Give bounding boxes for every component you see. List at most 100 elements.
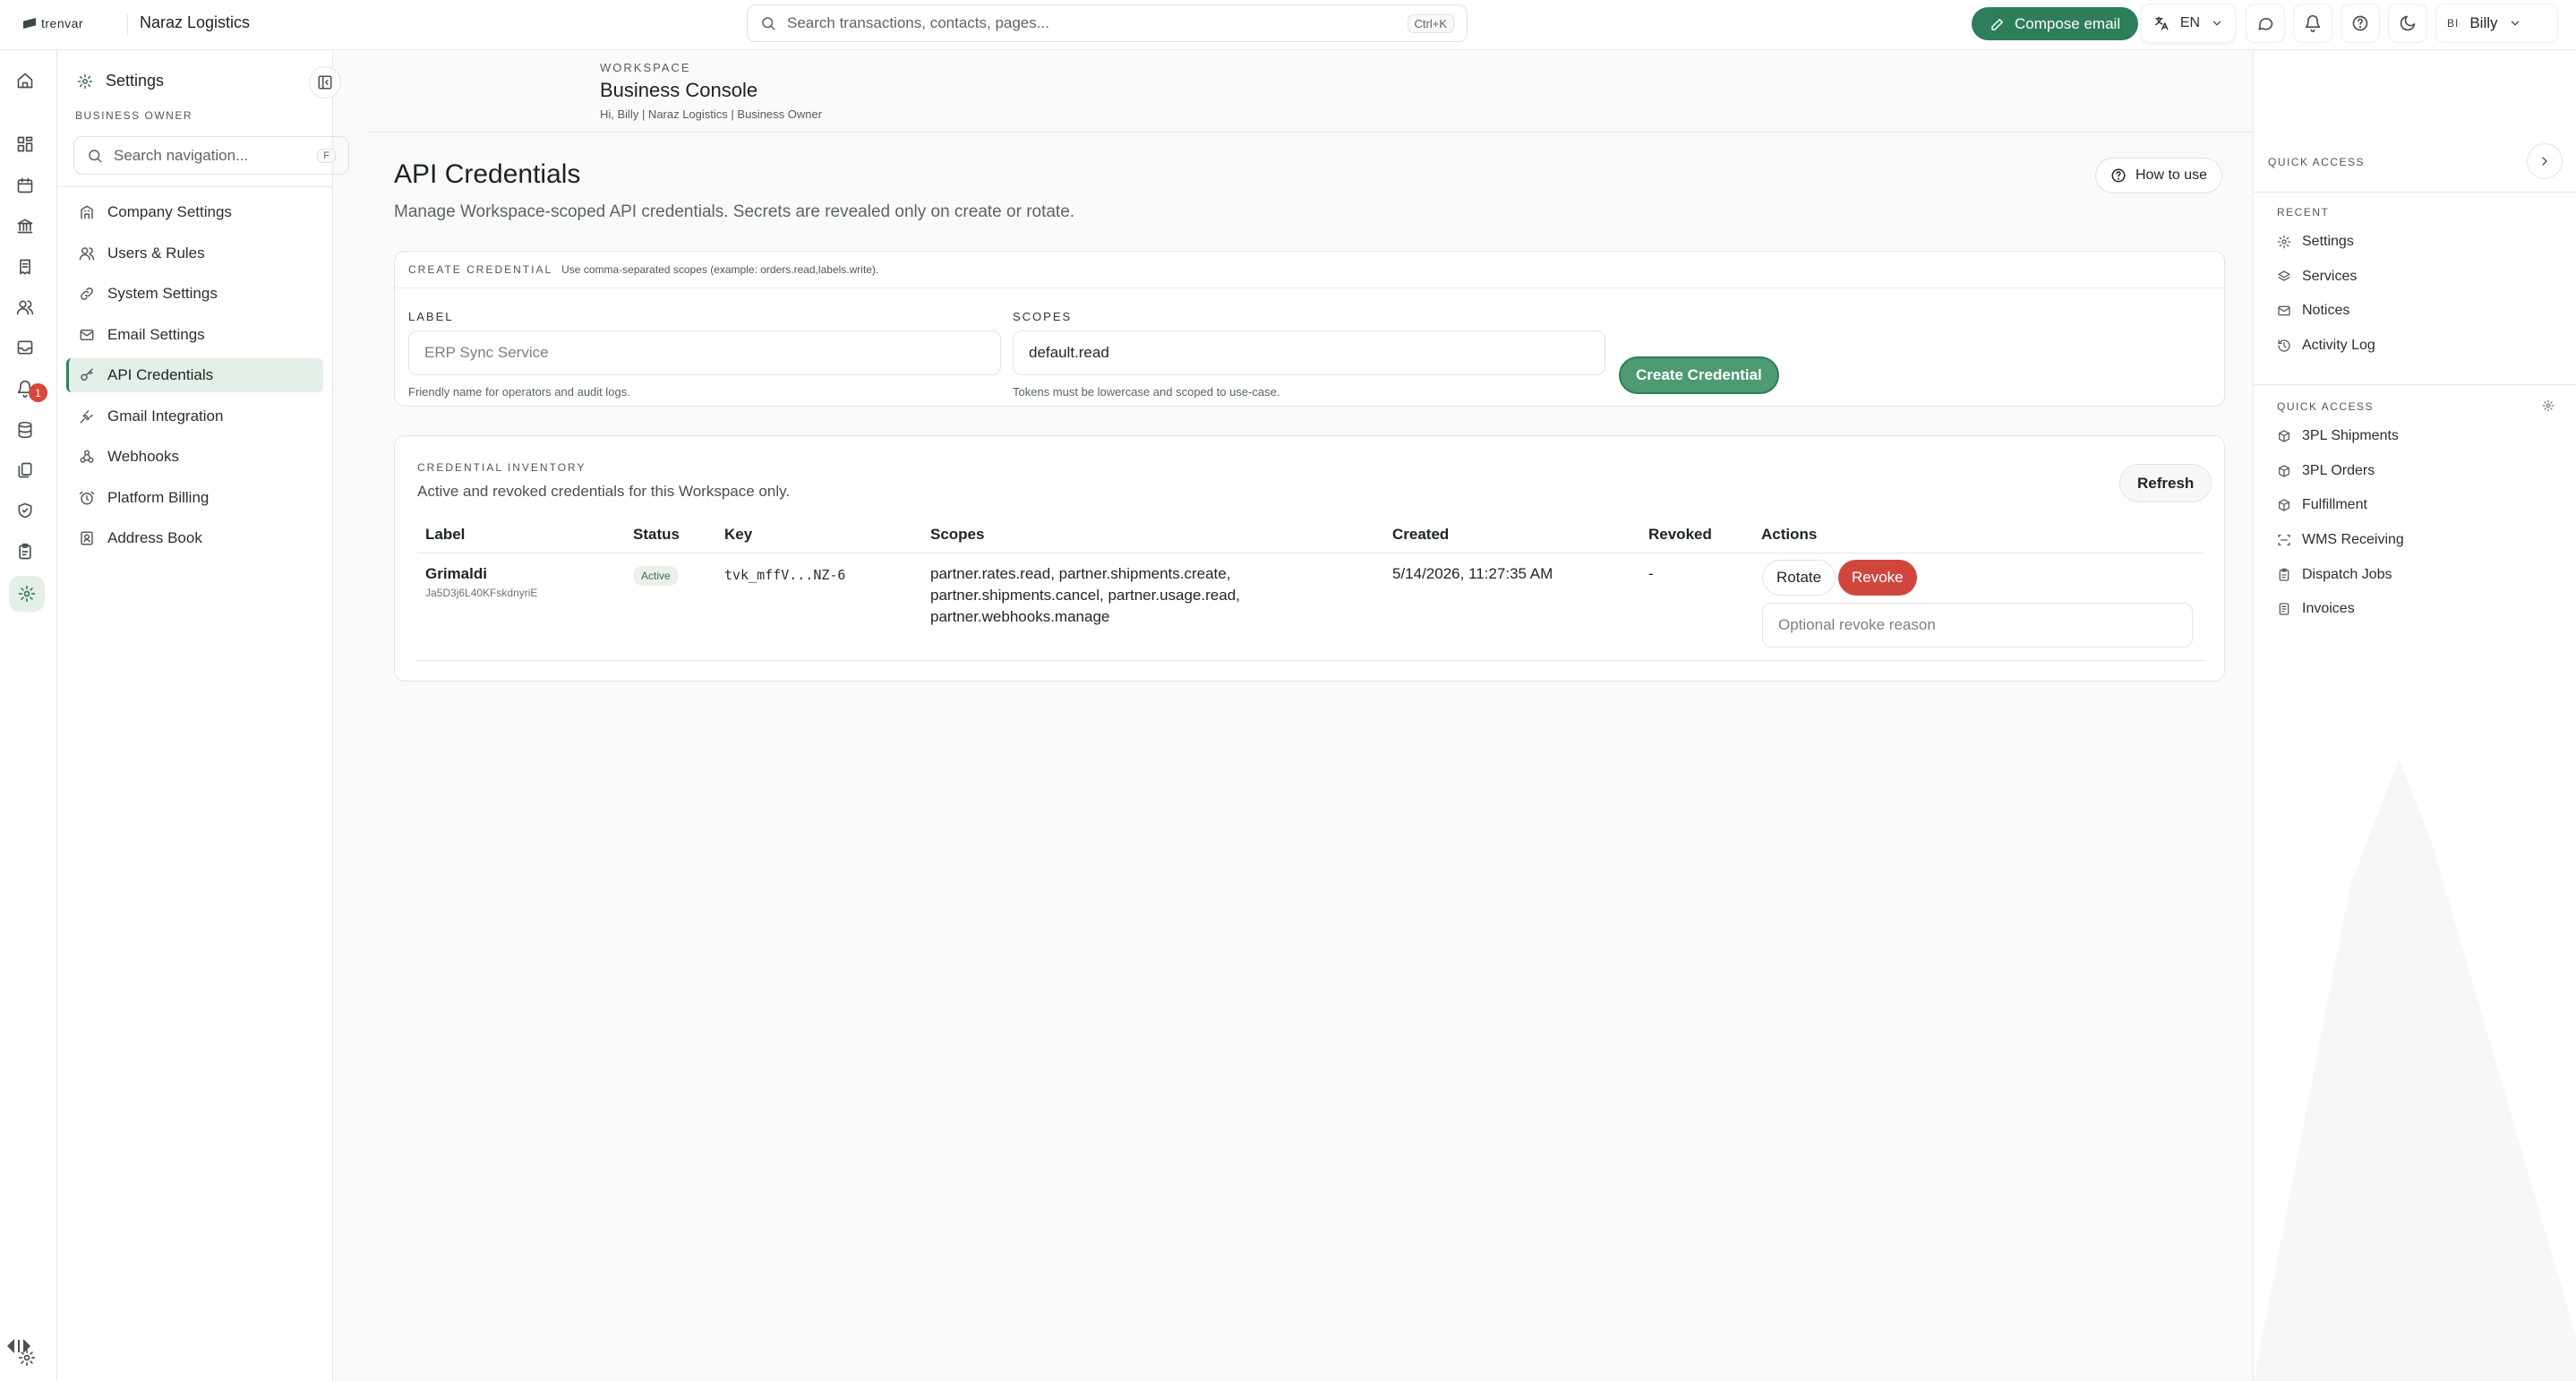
users-icon[interactable] [13, 295, 38, 320]
gear-icon [2277, 235, 2291, 249]
documents-icon[interactable] [13, 458, 38, 483]
database-icon[interactable] [13, 417, 38, 442]
revoke-reason-input[interactable]: Optional revoke reason [1762, 603, 2193, 648]
column-header-label: Label [425, 526, 466, 543]
chevron-down-icon [2511, 21, 2519, 26]
quick-link-invoices[interactable]: Invoices [2277, 592, 2546, 627]
settings-icon[interactable] [9, 576, 45, 612]
quick-link-label: Fulfillment [2302, 497, 2367, 513]
icon-rail: 1 [0, 50, 57, 1381]
mail-icon [2278, 306, 2290, 316]
scopes-input[interactable]: default.read [1013, 330, 1605, 375]
divider [417, 660, 2204, 661]
quick-link-label: WMS Receiving [2302, 532, 2404, 548]
pencil-icon [1991, 18, 2003, 30]
company-name[interactable]: Naraz Logistics [140, 13, 250, 32]
receipt-icon[interactable] [13, 254, 38, 279]
search-icon [89, 149, 102, 162]
sidebar-item-address-book[interactable]: Address Book [66, 521, 323, 555]
user-menu[interactable]: BI Billy [2435, 4, 2558, 43]
quick-link-dispatch-jobs[interactable]: Dispatch Jobs [2277, 557, 2546, 592]
quick-link-wms-receiving[interactable]: WMS Receiving [2277, 523, 2546, 558]
how-to-use-button[interactable]: How to use [2095, 158, 2223, 193]
history-icon [2278, 339, 2290, 352]
refresh-button[interactable]: Refresh [2119, 464, 2212, 502]
search-icon [762, 17, 775, 30]
collapse-panel-button[interactable] [309, 66, 341, 99]
recent-item-services[interactable]: Services [2277, 260, 2546, 295]
notifications-button[interactable] [2293, 4, 2332, 43]
bank-icon[interactable] [13, 213, 38, 238]
recent-item-label: Settings [2302, 234, 2354, 250]
messages-button[interactable] [2246, 4, 2285, 43]
logo-mark-icon [23, 18, 36, 29]
label-input[interactable]: ERP Sync Service [408, 330, 1001, 375]
shield-icon[interactable] [13, 498, 38, 523]
settings-panel-header: Settings [77, 72, 164, 90]
recent-item-notices[interactable]: Notices [2277, 294, 2546, 329]
help-button[interactable] [2341, 4, 2380, 43]
brand-logo[interactable]: trenvar [23, 16, 83, 30]
how-to-use-label: How to use [2135, 167, 2208, 183]
sidebar-item-webhooks[interactable]: Webhooks [66, 440, 323, 474]
settings-search-input[interactable]: Search navigation... [114, 147, 248, 165]
home-icon[interactable] [13, 68, 38, 93]
global-search[interactable]: Search transactions, contacts, pages... … [747, 4, 1468, 42]
sidebar-item-label: System Settings [107, 285, 218, 302]
column-header-key: Key [724, 526, 753, 543]
recent-item-settings[interactable]: Settings [2277, 225, 2546, 260]
quick-link-3pl-orders[interactable]: 3PL Orders [2277, 454, 2546, 489]
avatar: BI [2447, 17, 2460, 30]
scopes-help-text: Tokens must be lowercase and scoped to u… [1013, 385, 1280, 399]
help-icon [2352, 15, 2368, 31]
book-icon [81, 531, 93, 545]
quick-link-3pl-shipments[interactable]: 3PL Shipments [2277, 419, 2546, 454]
chevron-down-icon [2213, 21, 2221, 26]
revoke-button[interactable]: Revoke [1838, 560, 1917, 596]
inbox-icon[interactable] [13, 335, 38, 360]
sidebar-item-platform-billing[interactable]: Platform Billing [66, 481, 323, 515]
decorative-background [2254, 759, 2576, 1381]
language-select[interactable]: EN [2141, 4, 2236, 43]
arrow-left-icon [7, 1339, 14, 1353]
package-icon [2279, 430, 2289, 442]
compose-email-button[interactable]: Compose email [1972, 7, 2139, 40]
rotate-button[interactable]: Rotate [1762, 560, 1836, 596]
search-shortcut: Ctrl+K [1407, 13, 1454, 33]
theme-toggle-button[interactable] [2388, 4, 2427, 43]
divider [2254, 192, 2576, 193]
calendar-icon[interactable] [13, 173, 38, 198]
global-search-input[interactable]: Search transactions, contacts, pages... [787, 14, 1049, 32]
workspace-title: Business Console [600, 79, 758, 101]
sidebar-item-system-settings[interactable]: System Settings [66, 277, 323, 311]
key-icon [81, 368, 93, 381]
sidebar-collapse-icon [318, 75, 332, 90]
sidebar-item-gmail-integration[interactable]: Gmail Integration [66, 399, 323, 433]
label-help-text: Friendly name for operators and audit lo… [408, 385, 630, 399]
settings-search[interactable]: Search navigation... F [73, 136, 349, 175]
recent-item-activity-log[interactable]: Activity Log [2277, 329, 2546, 364]
credential-name: Grimaldi [425, 565, 487, 582]
quick-access-collapse-button[interactable] [2527, 143, 2563, 179]
clipboard-icon [2279, 568, 2289, 581]
sidebar-item-company-settings[interactable]: Company Settings [66, 195, 323, 229]
sidebar-item-label: API Credentials [107, 366, 214, 383]
clipboard-icon[interactable] [13, 539, 38, 564]
invoice-icon [2279, 603, 2289, 615]
sidebar-item-api-credentials[interactable]: API Credentials [66, 358, 323, 392]
moon-icon [2400, 15, 2416, 31]
dashboard-icon[interactable] [13, 132, 38, 157]
gear-icon[interactable] [14, 1345, 39, 1370]
link-icon [81, 287, 93, 300]
sidebar-item-users-rules[interactable]: Users & Rules [66, 236, 323, 270]
create-credential-button[interactable]: Create Credential [1619, 356, 1779, 394]
settings-panel: Settings BUSINESS OWNER Search navigatio… [57, 50, 349, 1381]
quick-link-fulfillment[interactable]: Fulfillment [2277, 488, 2546, 523]
divider [57, 186, 333, 187]
quick-access-settings-icon[interactable] [2542, 399, 2555, 412]
scan-icon [2278, 535, 2290, 546]
package-icon [2279, 465, 2289, 477]
sidebar-item-email-settings[interactable]: Email Settings [66, 318, 323, 352]
column-header-actions: Actions [1761, 526, 1818, 543]
sidebar-item-label: Platform Billing [107, 488, 210, 506]
